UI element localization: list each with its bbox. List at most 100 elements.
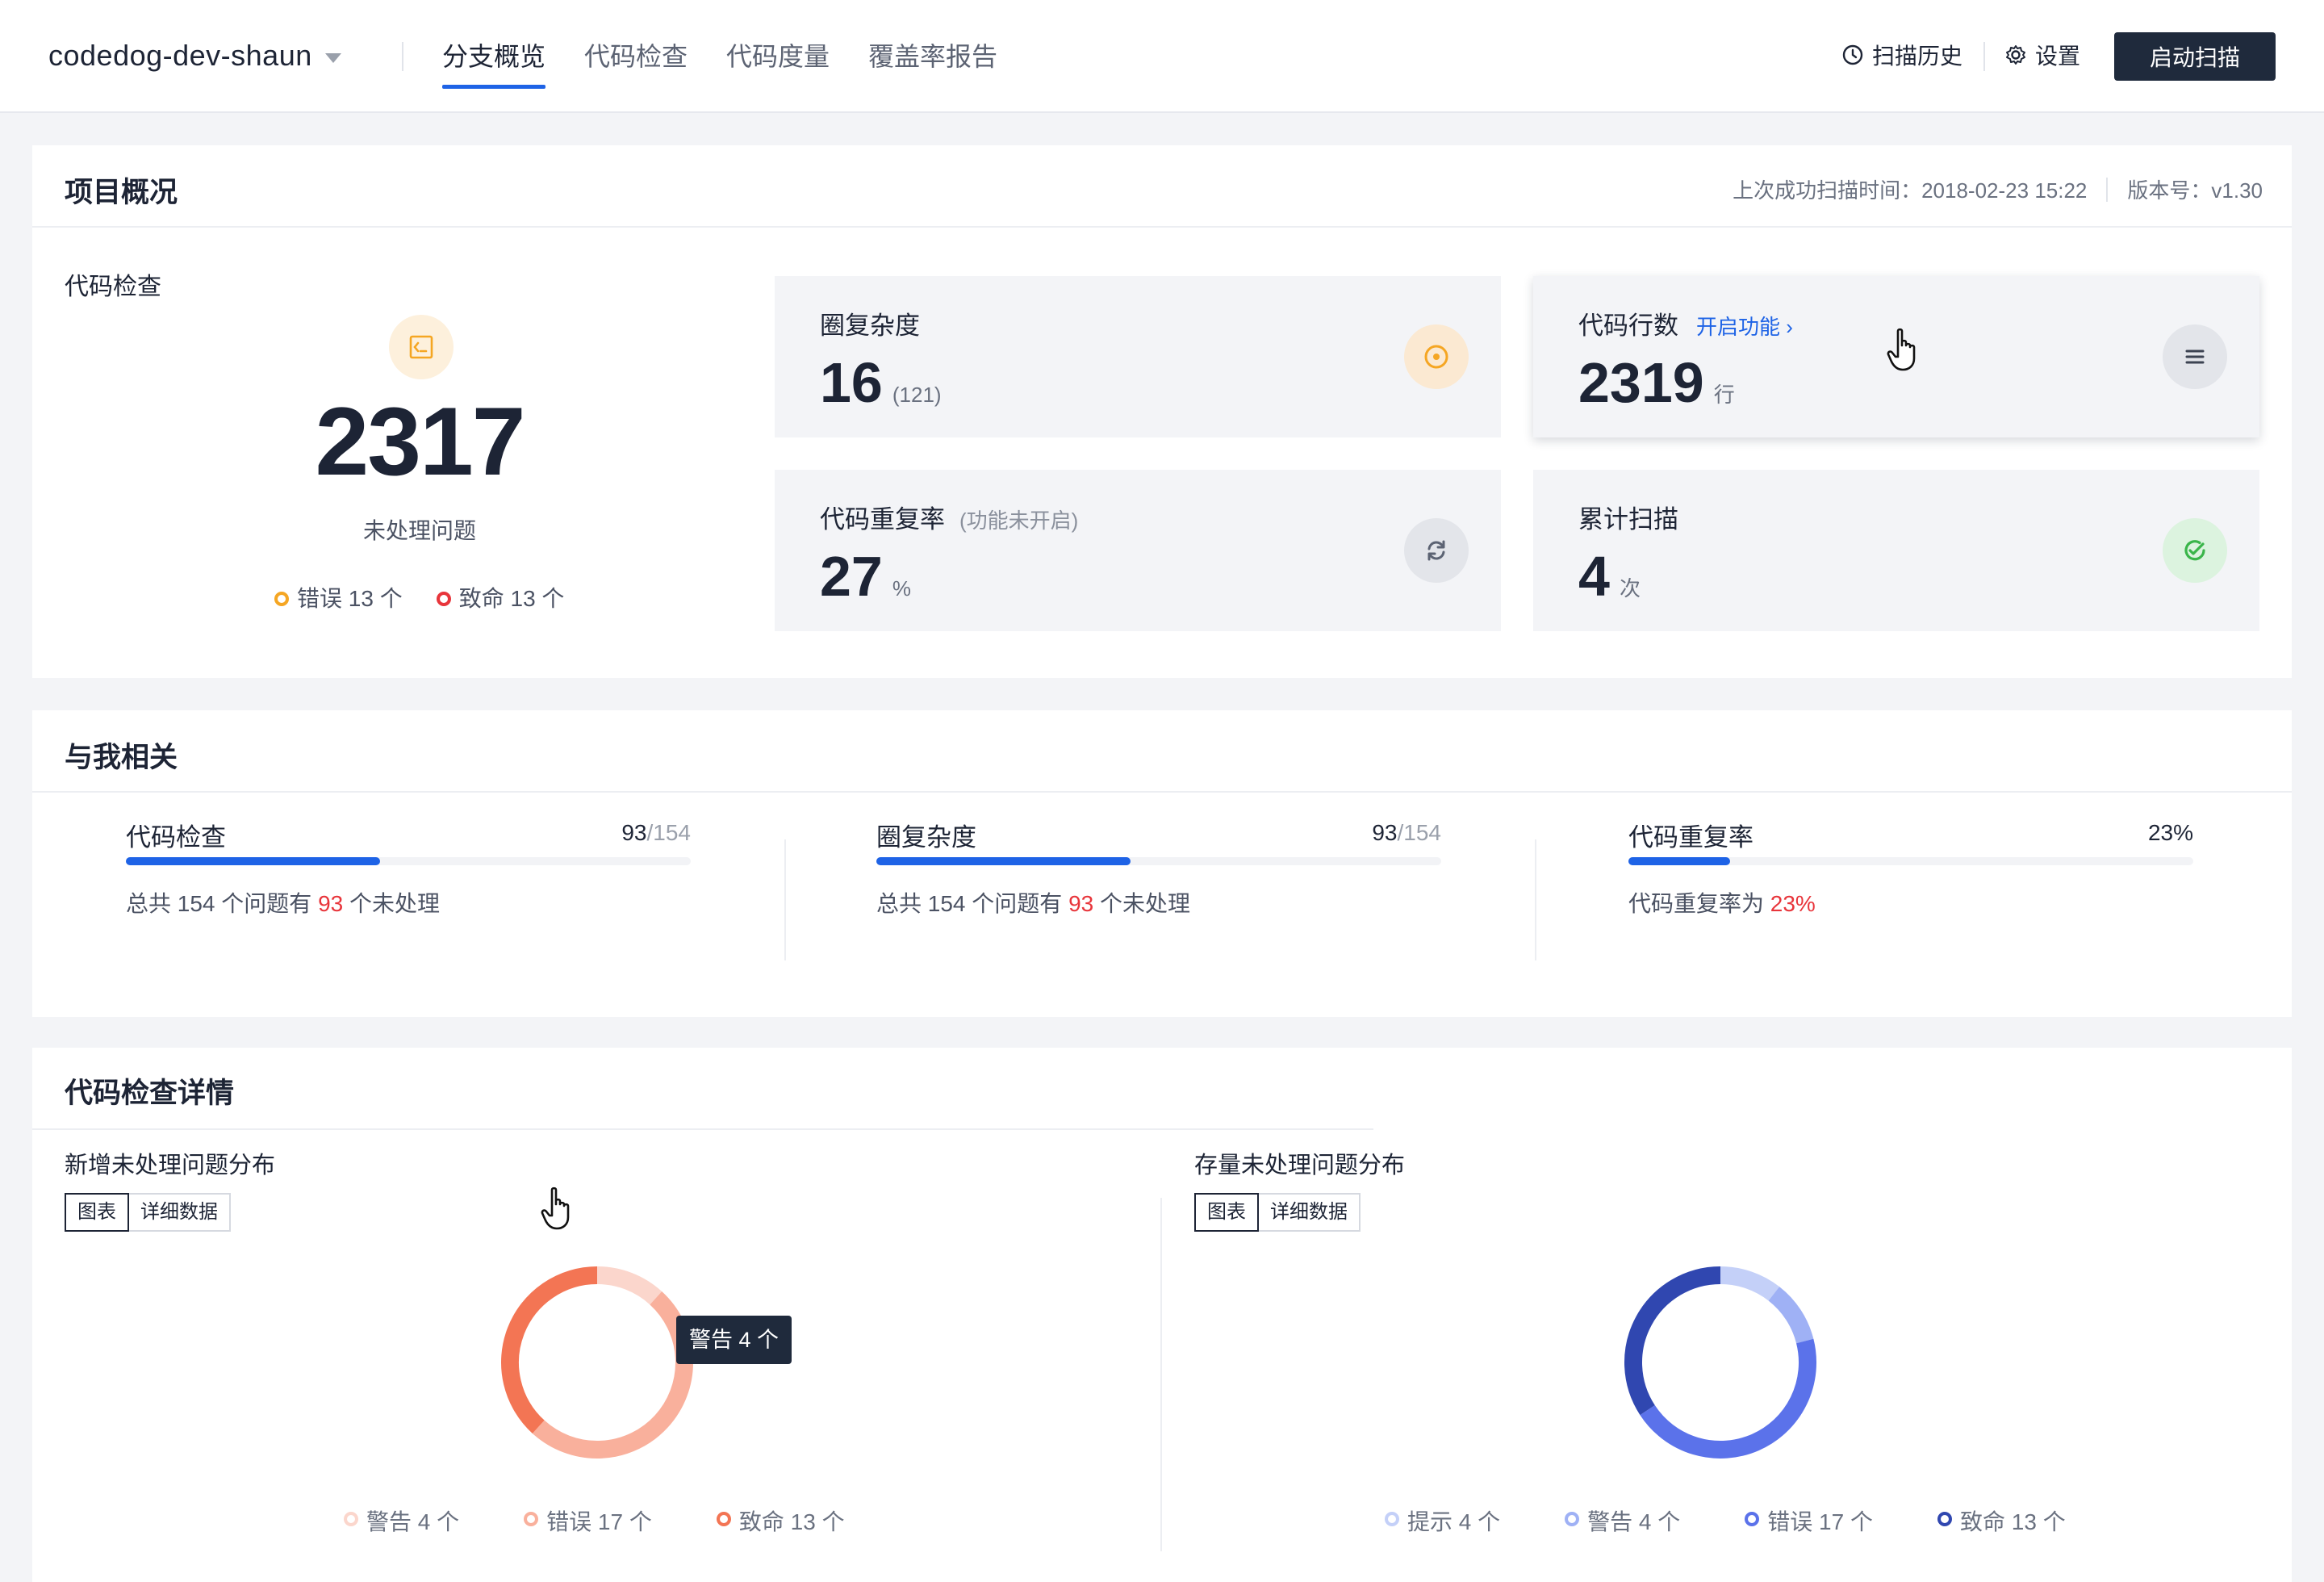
scan-count-metric[interactable]: 累计扫描 4 次: [1533, 470, 2259, 631]
ring-dot-icon: [1937, 1512, 1952, 1526]
last-scan-time: 上次成功扫描时间：2018-02-23 15:22: [1733, 178, 2088, 203]
legend-item-error: 错误 13 个: [274, 581, 403, 613]
ring-dot-icon: [524, 1512, 539, 1526]
settings-label[interactable]: 设置: [2035, 39, 2080, 71]
duplication-label: 代码重复率 (功能未开启): [820, 505, 1079, 534]
ring-dot-icon: [716, 1512, 731, 1526]
legend-label: 致命 13 个: [738, 1509, 845, 1534]
donut-segment[interactable]: [501, 1266, 598, 1433]
legend-label: 错误 17 个: [546, 1509, 652, 1534]
scan-count-label: 累计扫描: [1578, 505, 1678, 534]
progress-fill: [126, 857, 380, 865]
divider: [2106, 177, 2109, 202]
tab-branch-overview[interactable]: 分支概览: [442, 0, 546, 113]
unresolved-label: 未处理问题: [362, 518, 476, 543]
new-issues-title: 新增未处理问题分布: [65, 1153, 276, 1178]
related-card: 与我相关 代码检查 93/154 总共 154 个问题有 93 个未处理 圈复杂…: [32, 710, 2292, 1017]
existing-issues-legend: 提示 4 个 警告 4 个 错误 17 个 致命 13 个: [1385, 1505, 2066, 1537]
legend-item[interactable]: 警告 4 个: [1565, 1505, 1680, 1537]
divider: [402, 42, 403, 71]
top-bar: codedog-dev-shaun 分支概览 代码检查 代码度量 覆盖率报告 扫…: [0, 0, 2324, 113]
tab-code-check[interactable]: 代码检查: [584, 0, 688, 113]
chevron-down-icon[interactable]: [324, 53, 341, 63]
chart-view-button[interactable]: 图表: [1194, 1193, 1259, 1232]
settings-link[interactable]: 设置: [2004, 39, 2080, 71]
chart-view-button[interactable]: 图表: [65, 1193, 129, 1232]
related-item-title: 圈复杂度: [876, 823, 976, 852]
progress-bar: [876, 857, 1441, 865]
legend-item[interactable]: 错误 17 个: [524, 1505, 652, 1537]
detail-data-button[interactable]: 详细数据: [129, 1193, 231, 1232]
donut-segment[interactable]: [1720, 1266, 1780, 1301]
lines-value: 2319 行: [1578, 351, 1735, 414]
scan-history-label[interactable]: 扫描历史: [1872, 39, 1962, 71]
legend-item[interactable]: 提示 4 个: [1385, 1505, 1500, 1537]
ring-dot-icon: [1565, 1512, 1580, 1526]
related-item-title: 代码重复率: [1628, 823, 1753, 852]
hand-cursor-icon: [1887, 328, 1916, 371]
lines-label: 代码行数 开启功能 ›: [1578, 311, 1793, 341]
legend-item[interactable]: 错误 17 个: [1745, 1505, 1873, 1537]
related-item-count: 23%: [2147, 820, 2193, 845]
donut-segment[interactable]: [1624, 1266, 1721, 1416]
scan-meta: 上次成功扫描时间：2018-02-23 15:22 版本号：v1.30: [1733, 174, 2263, 204]
refresh-icon: [1404, 518, 1469, 583]
duplication-metric[interactable]: 代码重复率 (功能未开启) 27 %: [775, 470, 1501, 631]
divider: [1160, 1198, 1162, 1551]
ring-dot-icon: [274, 591, 289, 606]
divider: [32, 1128, 1373, 1130]
legend-label: 提示 4 个: [1407, 1509, 1501, 1534]
enable-feature-link[interactable]: 开启功能 ›: [1696, 311, 1793, 341]
main-nav: 分支概览 代码检查 代码度量 覆盖率报告: [442, 0, 1036, 113]
legend-item[interactable]: 致命 13 个: [1937, 1505, 2066, 1537]
related-item-count: 93/154: [621, 820, 691, 845]
issue-legend: 错误 13 个 致命 13 个: [274, 581, 564, 613]
related-item-desc: 总共 154 个问题有 93 个未处理: [876, 891, 1190, 916]
overview-title: 项目概况: [65, 177, 178, 208]
complexity-metric[interactable]: 圈复杂度 16 (121): [775, 276, 1501, 437]
related-item-count: 93/154: [1372, 820, 1441, 845]
progress-bar: [126, 857, 691, 865]
donut-segment[interactable]: [532, 1291, 693, 1459]
detail-data-button[interactable]: 详细数据: [1259, 1193, 1361, 1232]
related-title: 与我相关: [65, 742, 178, 773]
project-name[interactable]: codedog-dev-shaun: [48, 39, 312, 73]
hand-cursor-icon: [541, 1186, 570, 1230]
details-title: 代码检查详情: [65, 1078, 235, 1109]
legend-label: 警告 4 个: [366, 1509, 460, 1534]
duplication-value: 27 %: [820, 545, 911, 608]
code-check-icon: [389, 315, 454, 379]
legend-item[interactable]: 致命 13 个: [716, 1505, 845, 1537]
gear-icon: [2006, 45, 2025, 65]
progress-bar: [1628, 857, 2193, 865]
progress-fill: [1628, 857, 1730, 865]
tab-code-metrics[interactable]: 代码度量: [726, 0, 830, 113]
donut-segment[interactable]: [1640, 1338, 1816, 1459]
version-number: 版本号：v1.30: [2127, 178, 2263, 203]
related-header: 与我相关: [32, 710, 2292, 793]
overview-header: 项目概况 上次成功扫描时间：2018-02-23 15:22 版本号：v1.30: [32, 145, 2292, 228]
scan-count-value: 4 次: [1578, 545, 1641, 608]
donut-segment[interactable]: [1768, 1287, 1814, 1344]
chart-tooltip: 警告 4 个: [676, 1316, 792, 1364]
tab-coverage-report[interactable]: 覆盖率报告: [868, 0, 997, 113]
view-toggle-existing: 图表 详细数据: [1194, 1193, 1361, 1232]
start-scan-button[interactable]: 启动扫描: [2114, 32, 2276, 81]
ring-dot-icon: [344, 1512, 358, 1526]
overview-card: 项目概况 上次成功扫描时间：2018-02-23 15:22 版本号：v1.30…: [32, 145, 2292, 678]
divider: [784, 839, 786, 960]
divider: [1535, 839, 1536, 960]
scan-history-link[interactable]: 扫描历史: [1841, 39, 1962, 71]
project-switcher[interactable]: codedog-dev-shaun: [48, 39, 341, 73]
legend-item[interactable]: 警告 4 个: [344, 1505, 459, 1537]
code-check-label: 代码检查: [65, 274, 161, 300]
new-issues-donut[interactable]: [500, 1266, 694, 1459]
check-cycle-icon: [2163, 518, 2227, 583]
related-item-desc: 代码重复率为 23%: [1628, 891, 1816, 916]
complexity-value: 16 (121): [820, 351, 942, 414]
unresolved-count: 2317: [315, 387, 526, 496]
progress-fill: [876, 857, 1131, 865]
existing-issues-donut[interactable]: [1624, 1266, 1817, 1459]
ring-dot-icon: [1745, 1512, 1760, 1526]
donut-segment[interactable]: [596, 1266, 663, 1305]
